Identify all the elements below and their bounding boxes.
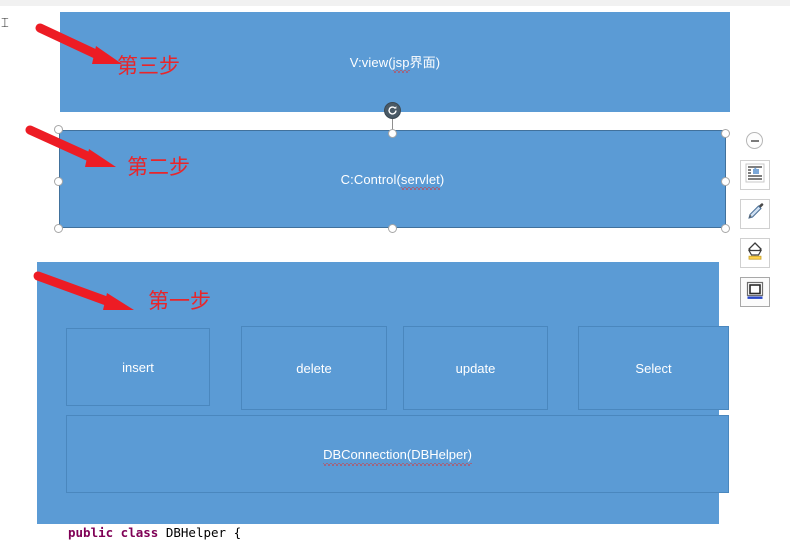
format-painter-icon [745,202,765,227]
control-layer-label: C:Control(servlet) [340,171,445,190]
annotation-label-step-3: 第三步 [117,54,180,78]
control-layer-shape[interactable]: C:Control(servlet) [59,130,726,228]
crud-label-select: Select [635,360,672,376]
floating-mini-toolbar[interactable] [740,131,774,316]
view-label-misspelled: jsp [392,54,410,73]
format-painter-button[interactable] [740,199,770,229]
selection-handle-bottom-right[interactable] [721,224,730,233]
selection-handle-bottom-center[interactable] [388,224,397,233]
slide-canvas[interactable]: ⌶ V:view(jsp界面) C:Control(servlet) inser… [0,6,790,539]
db-connection-label: DBConnection(DBHelper) [323,446,472,466]
code-editor-line[interactable]: public class DBHelper { [68,526,241,540]
text-cursor-icon: ⌶ [1,15,9,30]
shape-outline-icon [745,280,765,305]
crud-box-delete[interactable]: delete [241,326,387,410]
annotation-arrow-step-1-icon [33,271,134,310]
control-label-misspelled: servlet [400,171,440,190]
collapse-toolbar-button[interactable] [746,132,763,149]
view-label-prefix: V:view( [349,54,393,70]
crud-label-insert: insert [122,359,154,375]
crud-label-delete: delete [296,360,332,376]
layout-options-icon [745,163,765,188]
db-connection-box[interactable]: DBConnection(DBHelper) [66,415,729,493]
selection-handle-middle-right[interactable] [721,177,730,186]
fill-color-icon [745,241,765,266]
annotation-arrow-step-3-icon [35,23,122,64]
annotation-label-step-2: 第二步 [127,155,190,179]
rotate-icon[interactable] [384,102,401,119]
minus-icon [750,139,759,142]
selection-handle-top-right[interactable] [721,129,730,138]
crud-box-insert[interactable]: insert [66,328,210,406]
control-label-prefix: C:Control( [340,171,401,187]
selection-handle-top-center[interactable] [388,129,397,138]
selection-handle-middle-left[interactable] [54,177,63,186]
crud-box-select[interactable]: Select [578,326,729,410]
view-layer-label: V:view(jsp界面) [349,54,441,73]
annotation-label-step-1: 第一步 [148,289,211,313]
selection-handle-bottom-left[interactable] [54,224,63,233]
crud-box-update[interactable]: update [403,326,548,410]
crud-label-update: update [455,360,496,376]
layout-options-button[interactable] [740,160,770,190]
shape-style-button[interactable] [740,277,770,307]
control-label-suffix: ) [439,171,445,187]
annotation-arrow-step-2-icon [25,125,116,167]
view-label-suffix: 界面) [409,54,441,70]
fill-color-button[interactable] [740,238,770,268]
